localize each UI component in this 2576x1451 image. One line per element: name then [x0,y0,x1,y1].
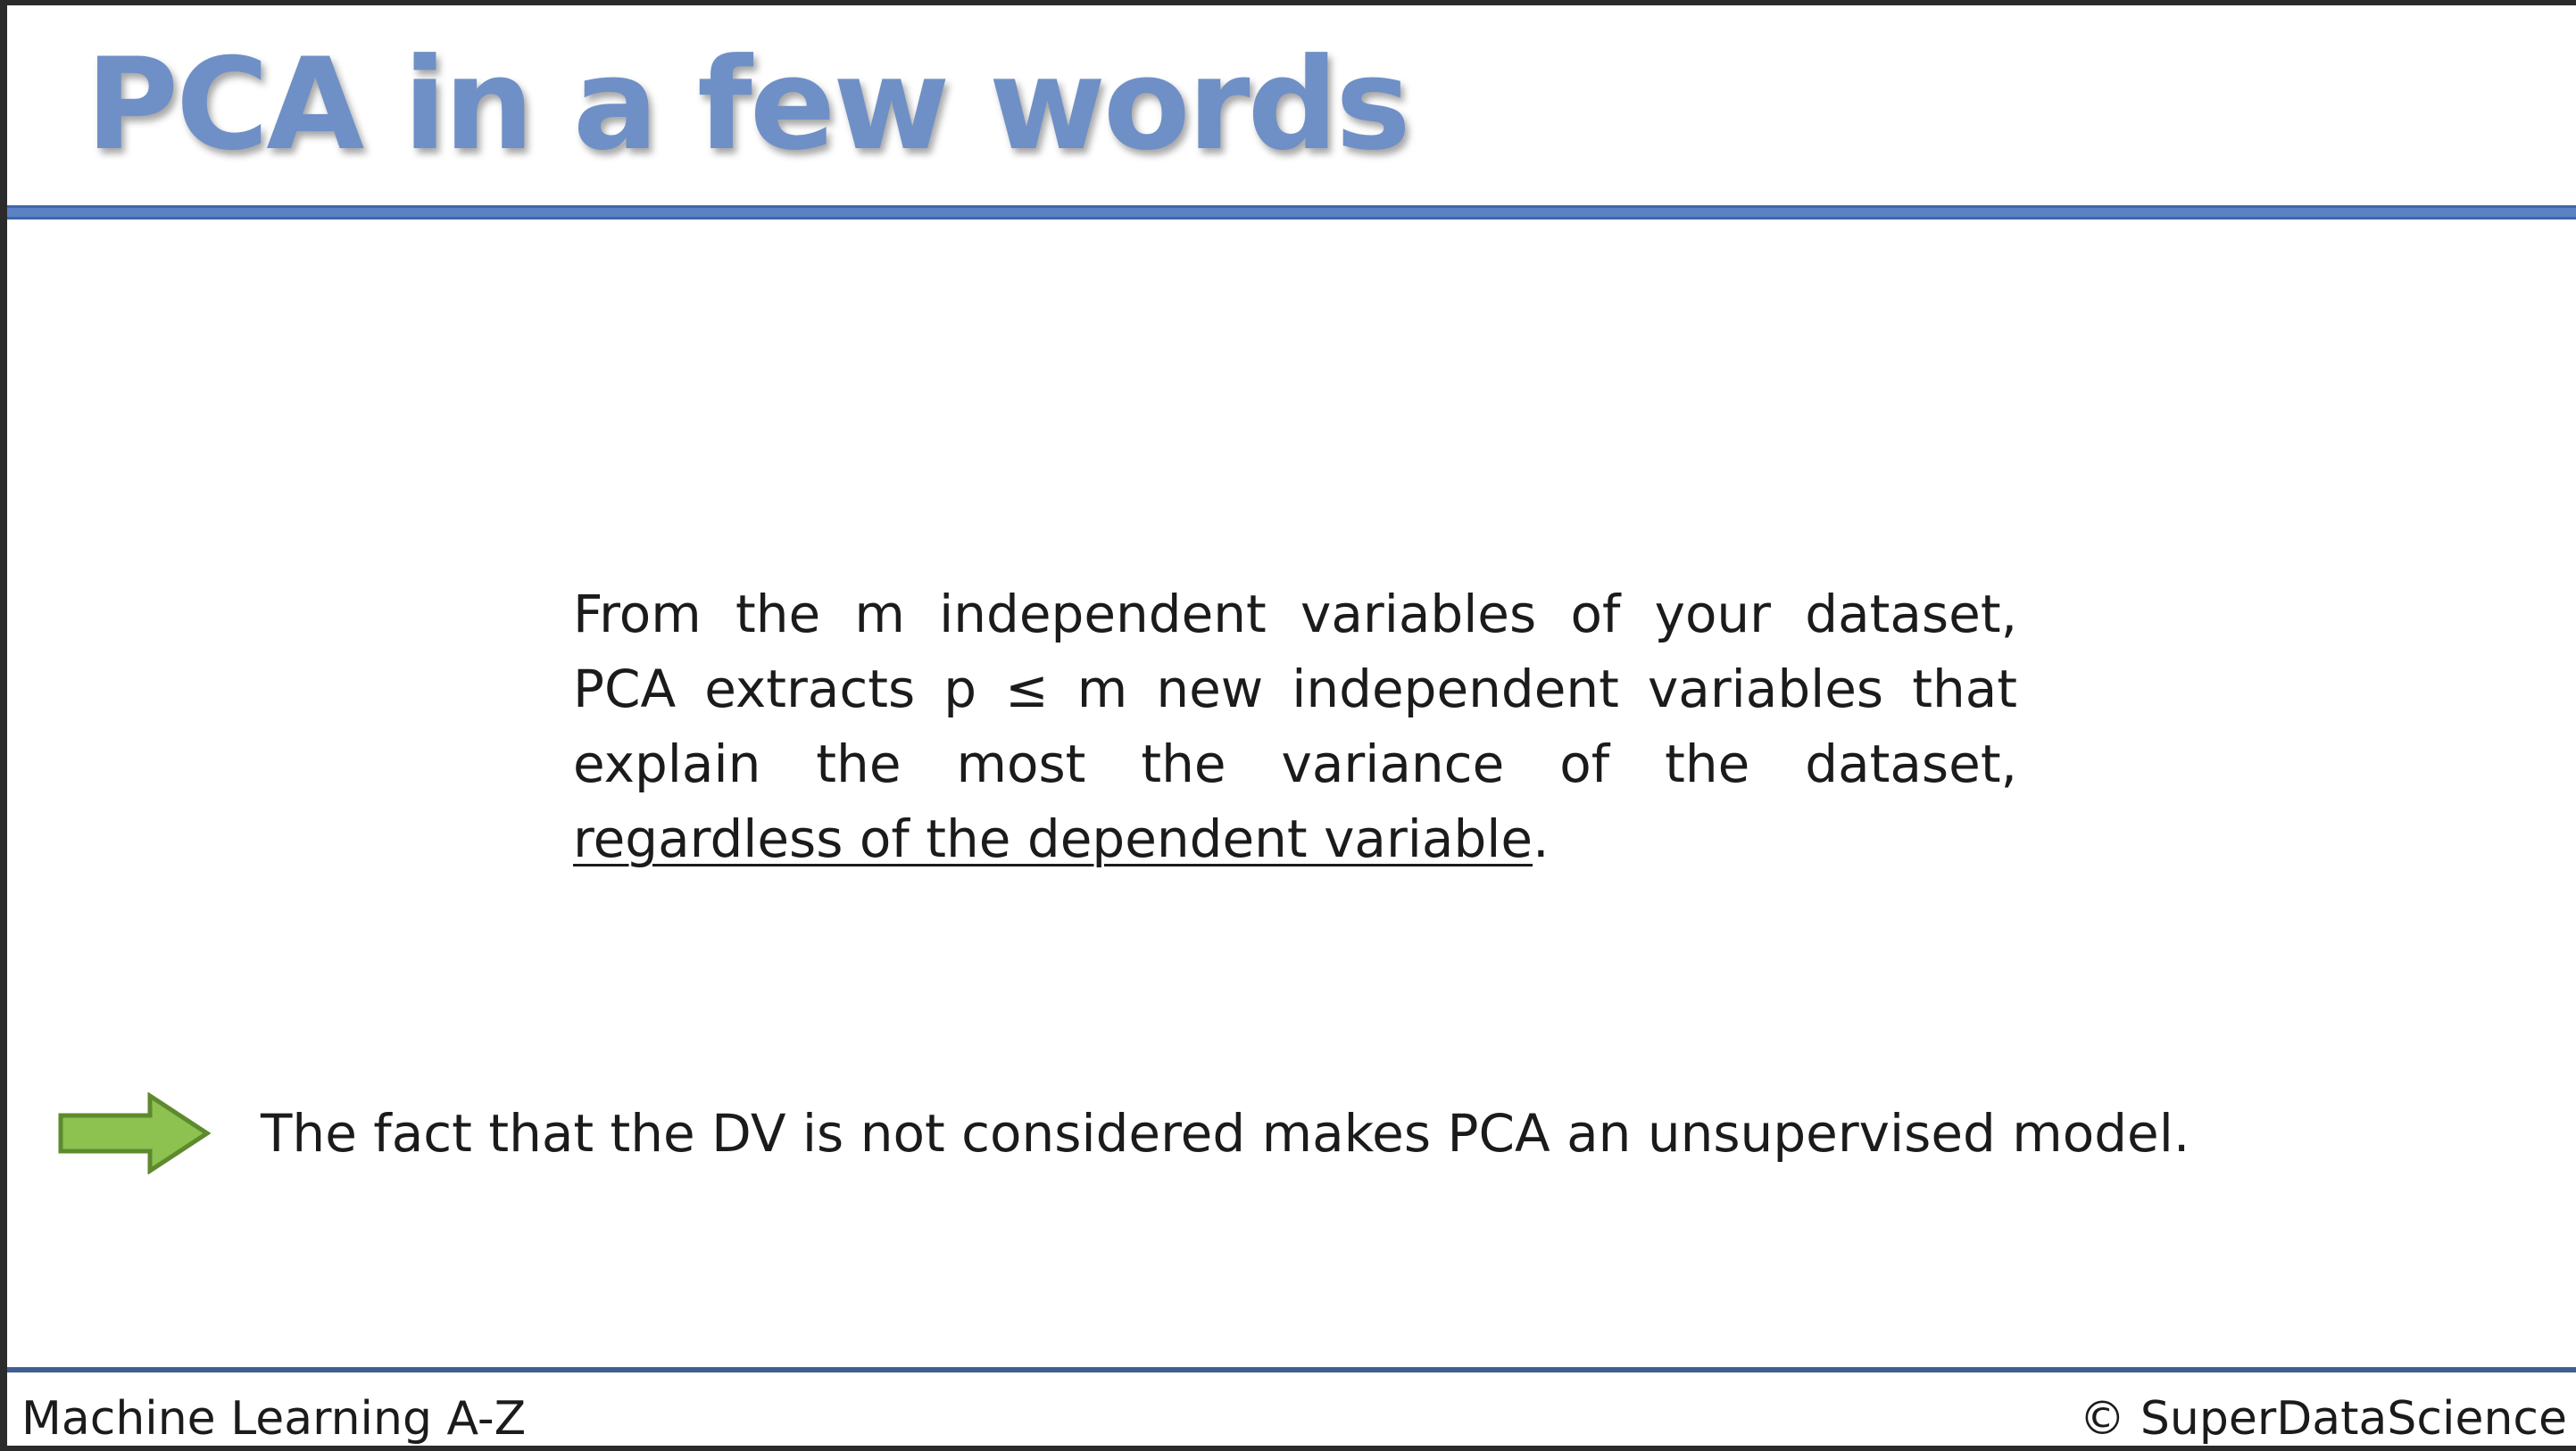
title-divider [7,205,2576,220]
conclusion-row: The fact that the DV is not considered m… [57,1090,2190,1176]
underlined-phrase: regardless of the dependent variable [573,808,1533,869]
footer-divider [7,1367,2576,1372]
body-line-4: regardless of the dependent variable. [573,801,2017,876]
body-period: . [1533,808,1550,869]
slide-title: PCA in a few words [86,31,1411,178]
body-line-1: From the m independent variables of your… [573,584,2017,644]
body-line-3: explain the most the variance of the dat… [573,734,2017,794]
body-paragraph: From the m independent variables of your… [573,576,2017,876]
course-name: Machine Learning A-Z [21,1392,527,1446]
right-arrow-icon [58,1092,211,1174]
body-line-2: PCA extracts p ≤ m new independent varia… [573,659,2017,719]
slide: PCA in a few words From the m independen… [7,5,2576,1446]
conclusion-text: The fact that the DV is not considered m… [261,1103,2190,1164]
copyright-notice: © SuperDataScience [2079,1392,2567,1446]
